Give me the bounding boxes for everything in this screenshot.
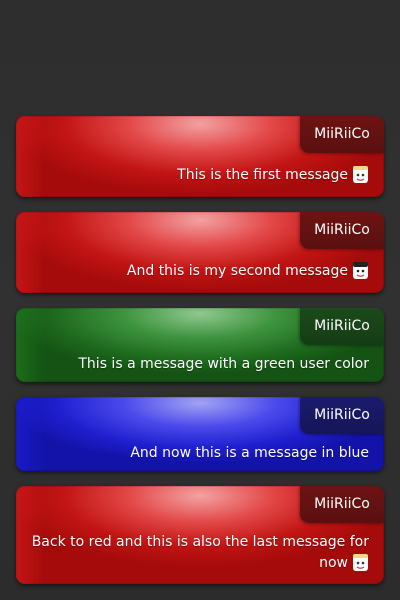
message-text-block: Back to red and this is also the last me…: [32, 533, 369, 573]
message-text-line-row: now: [32, 552, 369, 573]
message-accent: [16, 397, 44, 471]
message-text-row: This is the first message: [177, 164, 369, 185]
username-badge: MiiRiiCo: [300, 486, 384, 523]
message-text: This is the first message: [177, 167, 348, 183]
username-badge: MiiRiiCo: [300, 397, 384, 434]
chat-overlay: MiiRiiCo This is the first message MiiRi…: [0, 0, 400, 600]
message-text-line: Back to red and this is also the last me…: [31, 534, 369, 550]
cup-emote-icon: [353, 262, 368, 279]
chat-message: MiiRiiCo And now this is a message in bl…: [16, 397, 384, 471]
chat-message: MiiRiiCo This is the first message: [16, 116, 384, 197]
message-accent: [16, 212, 44, 293]
chat-message: MiiRiiCo Back to red and this is also th…: [16, 486, 384, 584]
username-badge: MiiRiiCo: [300, 308, 384, 345]
username-badge: MiiRiiCo: [300, 212, 384, 249]
chat-message: MiiRiiCo This is a message with a green …: [16, 308, 384, 382]
message-text-row: And this is my second message: [127, 260, 369, 281]
chat-message: MiiRiiCo And this is my second message: [16, 212, 384, 293]
cup-emote-icon: [353, 554, 368, 571]
message-text: And now this is a message in blue: [130, 445, 369, 461]
message-text: This is a message with a green user colo…: [78, 356, 369, 372]
message-text-line: now: [319, 555, 348, 571]
message-accent: [16, 308, 44, 382]
message-text: And this is my second message: [126, 263, 348, 279]
username-badge: MiiRiiCo: [300, 116, 384, 153]
cup-emote-icon: [353, 166, 368, 183]
message-accent: [16, 116, 44, 197]
